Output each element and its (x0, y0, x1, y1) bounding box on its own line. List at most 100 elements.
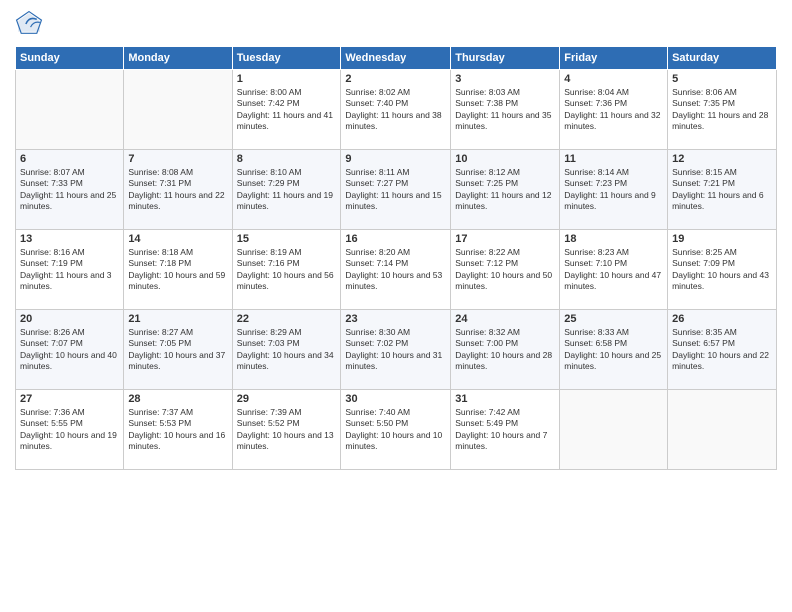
day-header-thursday: Thursday (451, 47, 560, 70)
sunset-label: Sunset: 5:50 PM (345, 418, 408, 428)
sunset-label: Sunset: 7:21 PM (672, 178, 735, 188)
day-number: 7 (128, 153, 227, 165)
day-number: 9 (345, 153, 446, 165)
sunrise-label: Sunrise: 7:39 AM (237, 407, 302, 417)
daylight-label: Daylight: 11 hours and 15 minutes. (345, 190, 441, 211)
daylight-label: Daylight: 11 hours and 3 minutes. (20, 270, 112, 291)
sunset-label: Sunset: 7:38 PM (455, 98, 518, 108)
day-number: 3 (455, 73, 555, 85)
day-number: 4 (564, 73, 663, 85)
daylight-label: Daylight: 11 hours and 6 minutes. (672, 190, 764, 211)
sunrise-label: Sunrise: 8:07 AM (20, 167, 85, 177)
sunset-label: Sunset: 7:31 PM (128, 178, 191, 188)
day-info: Sunrise: 8:25 AM Sunset: 7:09 PM Dayligh… (672, 247, 772, 293)
sunrise-label: Sunrise: 8:16 AM (20, 247, 85, 257)
day-info: Sunrise: 8:27 AM Sunset: 7:05 PM Dayligh… (128, 327, 227, 373)
day-cell: 8 Sunrise: 8:10 AM Sunset: 7:29 PM Dayli… (232, 150, 341, 230)
sunset-label: Sunset: 7:12 PM (455, 258, 518, 268)
day-number: 27 (20, 393, 119, 405)
day-number: 19 (672, 233, 772, 245)
day-info: Sunrise: 8:08 AM Sunset: 7:31 PM Dayligh… (128, 167, 227, 213)
sunrise-label: Sunrise: 8:11 AM (345, 167, 409, 177)
day-info: Sunrise: 8:02 AM Sunset: 7:40 PM Dayligh… (345, 87, 446, 133)
sunrise-label: Sunrise: 7:36 AM (20, 407, 85, 417)
day-number: 23 (345, 313, 446, 325)
day-cell: 3 Sunrise: 8:03 AM Sunset: 7:38 PM Dayli… (451, 70, 560, 150)
day-header-saturday: Saturday (668, 47, 777, 70)
day-cell: 24 Sunrise: 8:32 AM Sunset: 7:00 PM Dayl… (451, 310, 560, 390)
day-cell (124, 70, 232, 150)
daylight-label: Daylight: 11 hours and 9 minutes. (564, 190, 656, 211)
sunset-label: Sunset: 5:52 PM (237, 418, 300, 428)
day-number: 31 (455, 393, 555, 405)
day-cell: 10 Sunrise: 8:12 AM Sunset: 7:25 PM Dayl… (451, 150, 560, 230)
day-info: Sunrise: 8:22 AM Sunset: 7:12 PM Dayligh… (455, 247, 555, 293)
day-header-sunday: Sunday (16, 47, 124, 70)
sunset-label: Sunset: 7:36 PM (564, 98, 627, 108)
day-cell: 20 Sunrise: 8:26 AM Sunset: 7:07 PM Dayl… (16, 310, 124, 390)
week-row-1: 1 Sunrise: 8:00 AM Sunset: 7:42 PM Dayli… (16, 70, 777, 150)
day-number: 11 (564, 153, 663, 165)
day-cell: 17 Sunrise: 8:22 AM Sunset: 7:12 PM Dayl… (451, 230, 560, 310)
daylight-label: Daylight: 10 hours and 59 minutes. (128, 270, 225, 291)
daylight-label: Daylight: 10 hours and 7 minutes. (455, 430, 547, 451)
page: SundayMondayTuesdayWednesdayThursdayFrid… (0, 0, 792, 612)
daylight-label: Daylight: 10 hours and 34 minutes. (237, 350, 334, 371)
day-cell: 15 Sunrise: 8:19 AM Sunset: 7:16 PM Dayl… (232, 230, 341, 310)
daylight-label: Daylight: 10 hours and 43 minutes. (672, 270, 769, 291)
sunrise-label: Sunrise: 8:02 AM (345, 87, 410, 97)
day-cell: 31 Sunrise: 7:42 AM Sunset: 5:49 PM Dayl… (451, 390, 560, 470)
day-cell: 26 Sunrise: 8:35 AM Sunset: 6:57 PM Dayl… (668, 310, 777, 390)
sunrise-label: Sunrise: 8:26 AM (20, 327, 85, 337)
sunset-label: Sunset: 7:05 PM (128, 338, 191, 348)
day-cell (16, 70, 124, 150)
day-number: 22 (237, 313, 337, 325)
day-cell: 28 Sunrise: 7:37 AM Sunset: 5:53 PM Dayl… (124, 390, 232, 470)
daylight-label: Daylight: 11 hours and 38 minutes. (345, 110, 441, 131)
day-number: 26 (672, 313, 772, 325)
day-number: 20 (20, 313, 119, 325)
calendar-body: 1 Sunrise: 8:00 AM Sunset: 7:42 PM Dayli… (16, 70, 777, 470)
day-number: 18 (564, 233, 663, 245)
day-cell: 9 Sunrise: 8:11 AM Sunset: 7:27 PM Dayli… (341, 150, 451, 230)
sunrise-label: Sunrise: 7:42 AM (455, 407, 520, 417)
day-cell: 11 Sunrise: 8:14 AM Sunset: 7:23 PM Dayl… (560, 150, 668, 230)
day-info: Sunrise: 8:00 AM Sunset: 7:42 PM Dayligh… (237, 87, 337, 133)
day-cell: 13 Sunrise: 8:16 AM Sunset: 7:19 PM Dayl… (16, 230, 124, 310)
sunrise-label: Sunrise: 8:10 AM (237, 167, 302, 177)
day-info: Sunrise: 8:16 AM Sunset: 7:19 PM Dayligh… (20, 247, 119, 293)
daylight-label: Daylight: 11 hours and 35 minutes. (455, 110, 551, 131)
daylight-label: Daylight: 10 hours and 28 minutes. (455, 350, 552, 371)
day-number: 15 (237, 233, 337, 245)
daylight-label: Daylight: 10 hours and 16 minutes. (128, 430, 225, 451)
day-info: Sunrise: 7:37 AM Sunset: 5:53 PM Dayligh… (128, 407, 227, 453)
day-info: Sunrise: 8:03 AM Sunset: 7:38 PM Dayligh… (455, 87, 555, 133)
day-cell: 25 Sunrise: 8:33 AM Sunset: 6:58 PM Dayl… (560, 310, 668, 390)
daylight-label: Daylight: 11 hours and 28 minutes. (672, 110, 768, 131)
sunset-label: Sunset: 7:02 PM (345, 338, 408, 348)
day-cell: 23 Sunrise: 8:30 AM Sunset: 7:02 PM Dayl… (341, 310, 451, 390)
sunset-label: Sunset: 7:29 PM (237, 178, 300, 188)
day-info: Sunrise: 8:33 AM Sunset: 6:58 PM Dayligh… (564, 327, 663, 373)
daylight-label: Daylight: 10 hours and 22 minutes. (672, 350, 769, 371)
day-number: 17 (455, 233, 555, 245)
daylight-label: Daylight: 10 hours and 37 minutes. (128, 350, 225, 371)
day-cell: 30 Sunrise: 7:40 AM Sunset: 5:50 PM Dayl… (341, 390, 451, 470)
day-info: Sunrise: 8:14 AM Sunset: 7:23 PM Dayligh… (564, 167, 663, 213)
day-cell: 12 Sunrise: 8:15 AM Sunset: 7:21 PM Dayl… (668, 150, 777, 230)
day-info: Sunrise: 8:10 AM Sunset: 7:29 PM Dayligh… (237, 167, 337, 213)
day-number: 13 (20, 233, 119, 245)
day-info: Sunrise: 8:15 AM Sunset: 7:21 PM Dayligh… (672, 167, 772, 213)
day-info: Sunrise: 8:04 AM Sunset: 7:36 PM Dayligh… (564, 87, 663, 133)
day-info: Sunrise: 8:06 AM Sunset: 7:35 PM Dayligh… (672, 87, 772, 133)
sunrise-label: Sunrise: 8:03 AM (455, 87, 520, 97)
day-header-tuesday: Tuesday (232, 47, 341, 70)
sunrise-label: Sunrise: 8:04 AM (564, 87, 629, 97)
sunset-label: Sunset: 7:09 PM (672, 258, 735, 268)
day-cell: 14 Sunrise: 8:18 AM Sunset: 7:18 PM Dayl… (124, 230, 232, 310)
sunset-label: Sunset: 7:14 PM (345, 258, 408, 268)
day-number: 14 (128, 233, 227, 245)
day-info: Sunrise: 8:32 AM Sunset: 7:00 PM Dayligh… (455, 327, 555, 373)
sunrise-label: Sunrise: 8:06 AM (672, 87, 737, 97)
sunset-label: Sunset: 7:00 PM (455, 338, 518, 348)
